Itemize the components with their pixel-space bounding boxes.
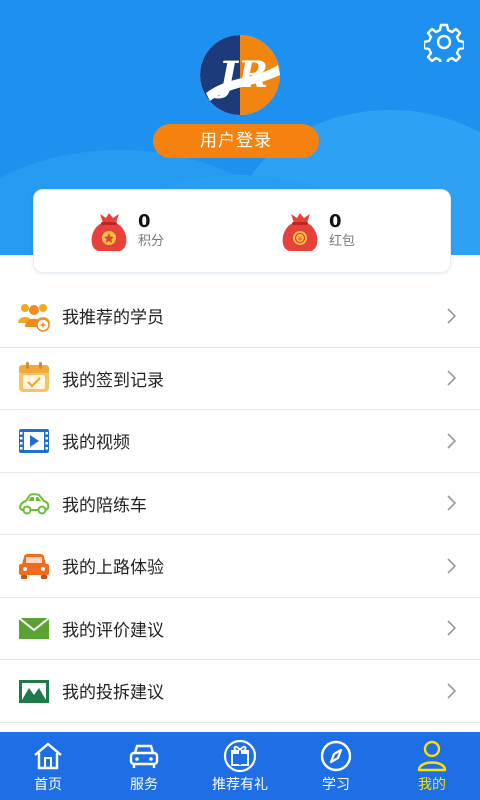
- user-icon: [417, 740, 447, 771]
- chevron-right-icon: [447, 370, 457, 386]
- red-packet-stat[interactable]: ¥ 0 红包: [277, 208, 355, 254]
- tab-label: 我的: [418, 776, 446, 793]
- compass-icon: [320, 740, 352, 771]
- video-icon: [19, 428, 49, 453]
- car-icon: [19, 553, 49, 579]
- red-packet-label: 红包: [329, 234, 356, 249]
- menu-item-checkin-records[interactable]: 我的签到记录: [0, 348, 480, 410]
- menu-item-recommended-students[interactable]: 我推荐的学员: [0, 285, 480, 348]
- home-icon: [34, 742, 62, 769]
- mountain-mail-icon: [19, 679, 49, 703]
- chevron-right-icon: [447, 620, 457, 636]
- stats-card: 0 积分 ¥ 0 红包: [33, 189, 451, 273]
- car-front-icon: [129, 744, 159, 768]
- logo-letter: R: [237, 54, 268, 96]
- menu-item-label: 我的评价建议: [62, 620, 164, 641]
- menu-item-evaluation-suggestions[interactable]: 我的评价建议: [0, 598, 480, 660]
- menu-item-label: 我的投拆建议: [62, 683, 164, 704]
- users-icon: [18, 303, 50, 332]
- car-outline-icon: [18, 493, 50, 515]
- menu-item-videos[interactable]: 我的视频: [0, 410, 480, 473]
- red-packet-value: 0: [329, 211, 342, 232]
- tab-services[interactable]: 服务: [96, 732, 192, 800]
- tab-home[interactable]: 首页: [0, 732, 96, 800]
- tab-mine[interactable]: 我的: [384, 732, 480, 800]
- menu-item-label: 我的上路体验: [62, 558, 164, 579]
- tab-learning[interactable]: 学习: [288, 732, 384, 800]
- app-logo: J R: [200, 35, 280, 115]
- menu-item-label: 我的陪练车: [62, 495, 147, 516]
- chevron-right-icon: [447, 683, 457, 699]
- chevron-right-icon: [447, 308, 457, 324]
- points-value: 0: [138, 211, 151, 232]
- chevron-right-icon: [447, 495, 457, 511]
- menu-item-label: 我的视频: [62, 433, 130, 454]
- money-bag-coin-icon: ¥: [282, 213, 318, 251]
- calendar-check-icon: [19, 362, 49, 393]
- points-stat[interactable]: 0 积分: [86, 208, 164, 254]
- mail-icon: [18, 617, 50, 640]
- profile-menu: 我推荐的学员 我的签到记录 我的视频 我的陪练车 我的上路体验 我的评价建议 我…: [0, 285, 480, 723]
- menu-item-complaint-suggestions[interactable]: 我的投拆建议: [0, 660, 480, 723]
- gift-icon: [223, 739, 257, 772]
- points-label: 积分: [138, 234, 165, 249]
- menu-item-training-car[interactable]: 我的陪练车: [0, 473, 480, 535]
- tab-label: 首页: [34, 776, 62, 793]
- money-bag-star-icon: [91, 213, 127, 251]
- chevron-right-icon: [447, 433, 457, 449]
- menu-item-label: 我推荐的学员: [62, 308, 164, 329]
- menu-item-label: 我的签到记录: [62, 370, 164, 391]
- login-button[interactable]: 用户登录: [153, 124, 319, 158]
- gear-icon[interactable]: [424, 22, 464, 62]
- bottom-tab-bar: 首页 服务 推荐有礼 学习 我的: [0, 732, 480, 800]
- menu-item-road-experience[interactable]: 我的上路体验: [0, 535, 480, 598]
- tab-label: 推荐有礼: [212, 776, 268, 793]
- chevron-right-icon: [447, 558, 457, 574]
- tab-label: 服务: [130, 776, 158, 793]
- tab-label: 学习: [322, 776, 350, 793]
- tab-referral-gift[interactable]: 推荐有礼: [192, 732, 288, 800]
- svg-text:¥: ¥: [298, 235, 303, 243]
- avatar[interactable]: J R: [200, 35, 280, 115]
